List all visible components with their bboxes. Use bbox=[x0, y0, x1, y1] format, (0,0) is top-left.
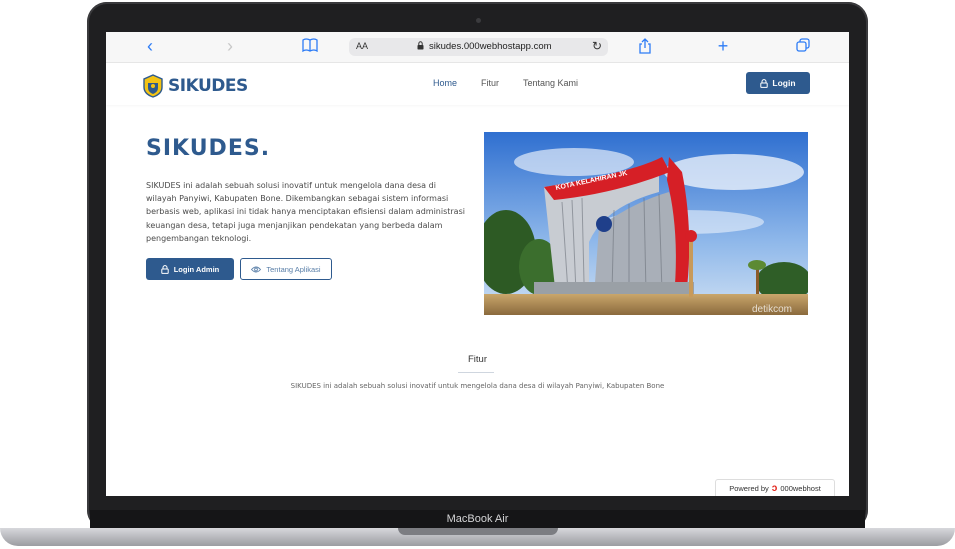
about-app-label: Tentang Aplikasi bbox=[266, 264, 321, 274]
camera-dot bbox=[476, 18, 481, 23]
login-label: Login bbox=[772, 78, 796, 88]
features-title: Fitur bbox=[468, 354, 487, 365]
device-label: MacBook Air bbox=[446, 513, 509, 525]
image-watermark: detikcom bbox=[752, 304, 792, 315]
nav-menu: Home Fitur Tentang Kami bbox=[433, 78, 602, 88]
webhost-logo-icon: ↄ bbox=[771, 483, 778, 494]
site-logo[interactable]: SIKUDES bbox=[142, 73, 248, 99]
nav-home[interactable]: Home bbox=[433, 78, 457, 88]
new-tab-icon[interactable]: + bbox=[715, 37, 731, 55]
tabs-overview-icon[interactable] bbox=[795, 38, 811, 54]
about-app-button[interactable]: Tentang Aplikasi bbox=[240, 258, 332, 280]
bookmarks-icon[interactable] bbox=[302, 38, 318, 54]
lock-icon bbox=[161, 264, 169, 274]
reload-icon[interactable]: ↻ bbox=[592, 39, 602, 53]
laptop-notch bbox=[398, 528, 558, 535]
powered-by-brand: 000webhost bbox=[780, 484, 821, 493]
features-description: SIKUDES ini adalah sebuah solusi inovati… bbox=[290, 382, 665, 390]
lock-icon bbox=[417, 41, 424, 52]
login-admin-button[interactable]: Login Admin bbox=[146, 258, 234, 280]
eye-icon bbox=[251, 266, 262, 272]
nav-tentang-kami[interactable]: Tentang Kami bbox=[523, 78, 578, 88]
forward-icon[interactable]: › bbox=[222, 37, 238, 55]
login-button[interactable]: Login bbox=[746, 72, 810, 94]
nav-fitur[interactable]: Fitur bbox=[481, 78, 499, 88]
powered-by-badge[interactable]: Powered by ↄ 000webhost bbox=[715, 479, 835, 496]
features-title-underline bbox=[458, 372, 494, 373]
url-text: sikudes.000webhostapp.com bbox=[429, 41, 552, 52]
screen: ‹ › AA sikudes.000webhostapp.com ↻ + SIK… bbox=[106, 32, 849, 496]
hero-title: SIKUDES. bbox=[146, 136, 271, 161]
site-navbar: SIKUDES Home Fitur Tentang Kami Login bbox=[106, 63, 849, 105]
hero-description: SIKUDES ini adalah sebuah solusi inovati… bbox=[146, 181, 465, 243]
hero-image: KOTA KELAHIRAN JK detikcom bbox=[484, 132, 808, 315]
login-admin-label: Login Admin bbox=[173, 264, 220, 274]
address-bar[interactable]: AA sikudes.000webhostapp.com ↻ bbox=[349, 38, 608, 56]
emblem-icon bbox=[143, 74, 163, 98]
reader-mode-button[interactable]: AA bbox=[356, 41, 368, 51]
brand-name: SIKUDES bbox=[168, 76, 248, 96]
browser-toolbar: ‹ › AA sikudes.000webhostapp.com ↻ + bbox=[106, 32, 849, 63]
powered-by-label: Powered by bbox=[729, 484, 769, 493]
share-icon[interactable] bbox=[637, 38, 653, 54]
back-icon[interactable]: ‹ bbox=[142, 37, 158, 55]
lock-icon bbox=[760, 78, 769, 88]
